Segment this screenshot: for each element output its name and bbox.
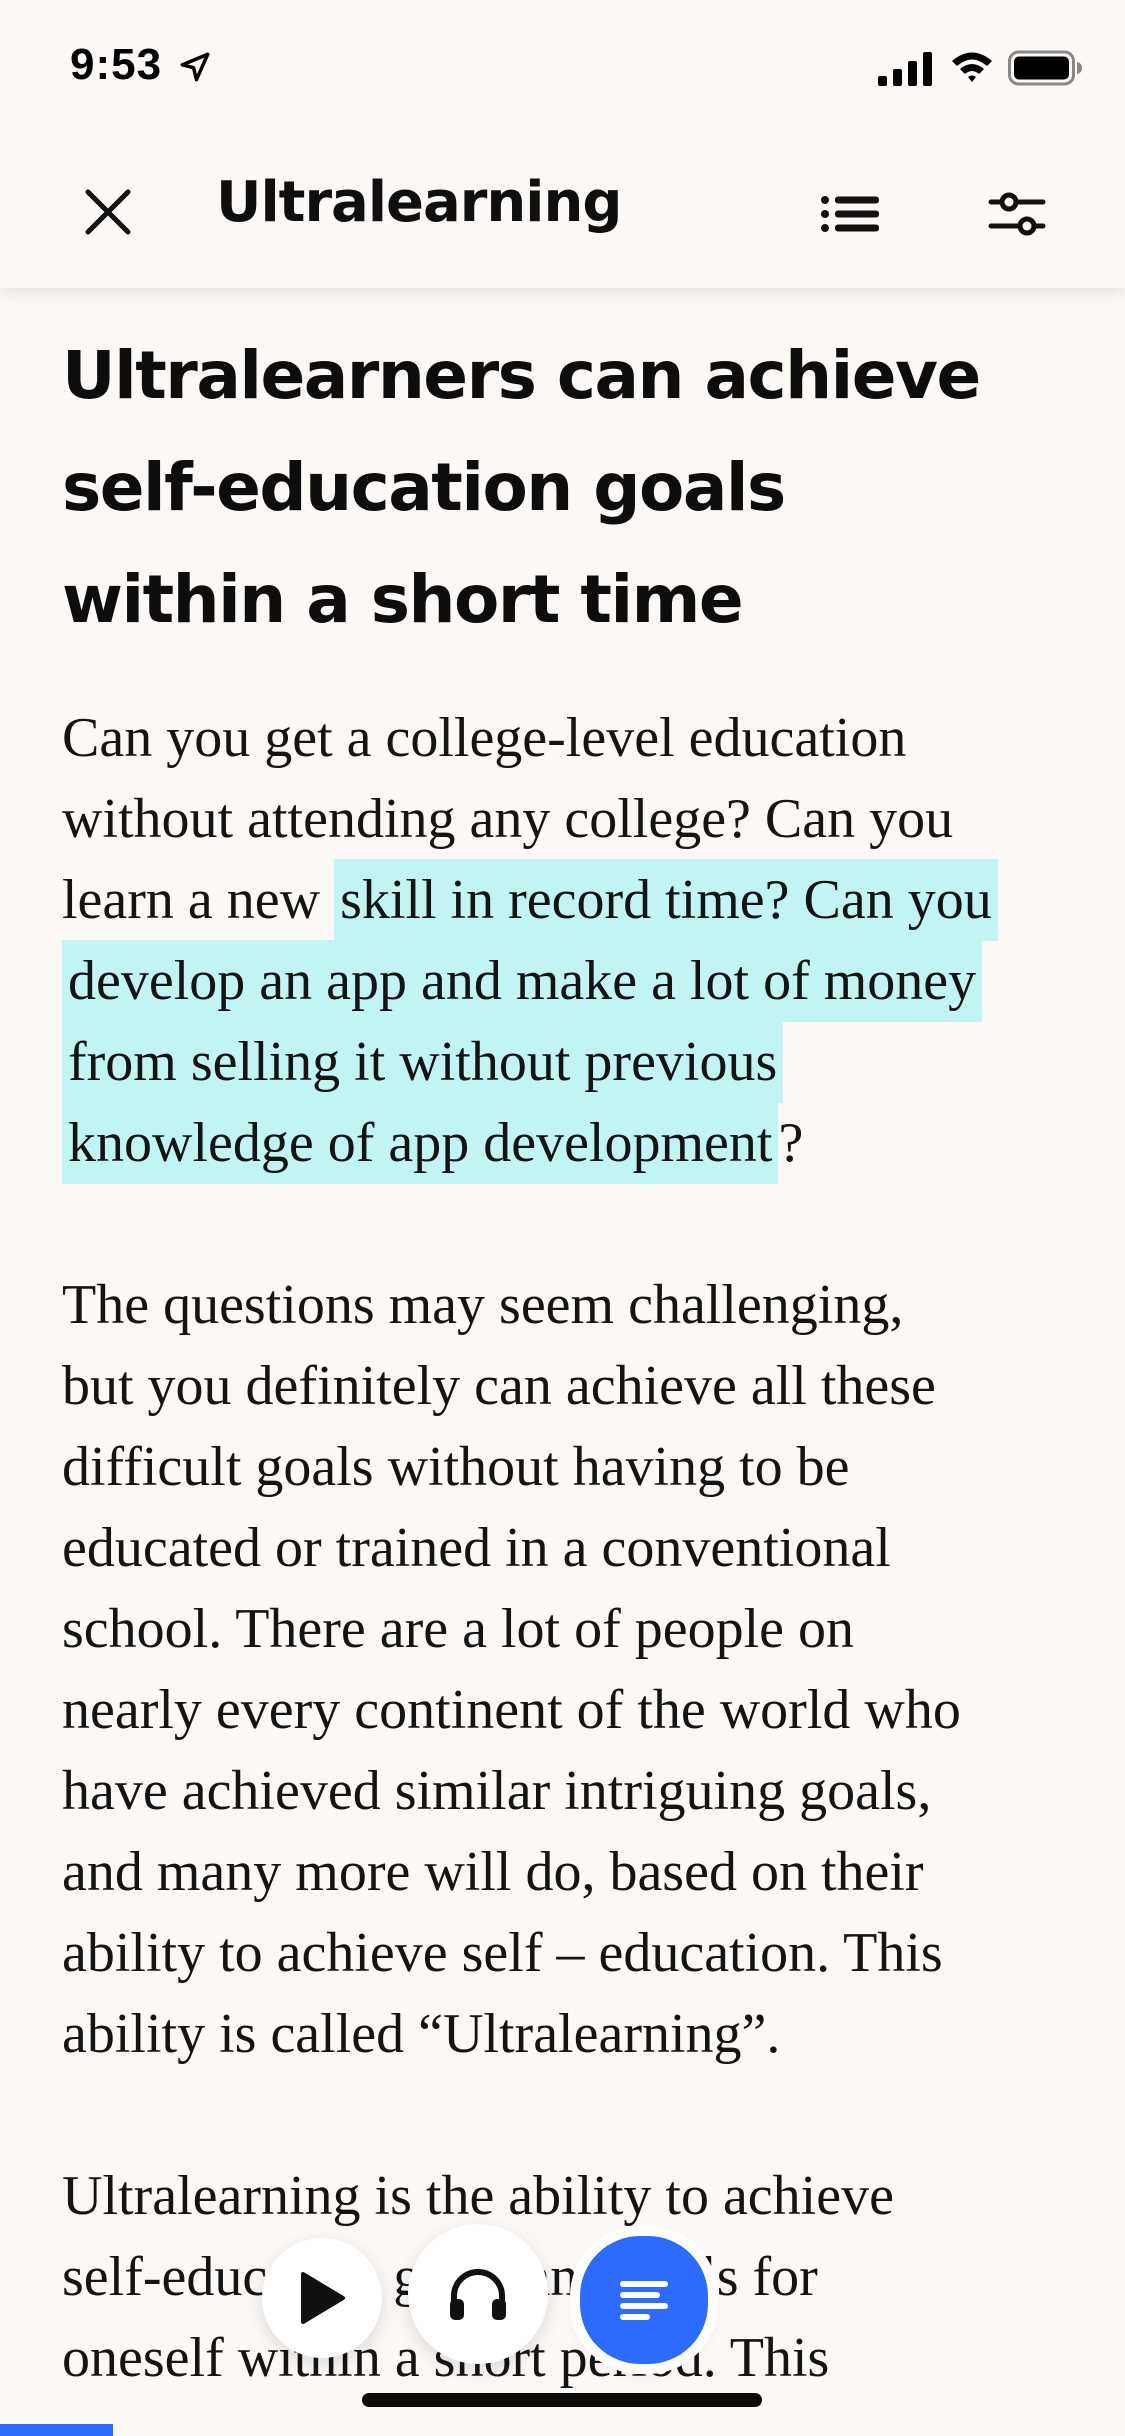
battery-icon — [1008, 50, 1082, 86]
play-icon — [301, 2272, 345, 2324]
text-line: but you definitely can achieve all these — [62, 1355, 936, 1417]
text-highlight[interactable]: from selling it without previous — [62, 1021, 784, 1103]
cellular-signal-icon — [878, 52, 932, 86]
text-line: nearly every continent of the world who — [62, 1679, 961, 1741]
text-line: ability to achieve self – education. Thi… — [62, 1922, 943, 1984]
status-time: 9:53 — [70, 40, 163, 89]
audio-mode-button[interactable] — [408, 2224, 548, 2364]
paragraph[interactable]: The questions may seem challenging, but … — [62, 1265, 1072, 2075]
text-line: Ultralearning is the ability to achieve — [62, 2165, 894, 2227]
chapter-title-line: within a short time — [62, 561, 744, 638]
text-line: The questions may seem challenging, — [62, 1274, 904, 1336]
reader-header: Ultralearning — [0, 132, 1125, 288]
text-mode-button[interactable] — [580, 2236, 708, 2364]
reader-settings-button[interactable] — [975, 172, 1059, 256]
text-highlight[interactable]: develop an app and make a lot of money — [62, 940, 983, 1022]
location-arrow-icon — [180, 52, 210, 82]
chapter-title-line: self-education goals — [62, 449, 786, 526]
paragraph[interactable]: Ultralearning is the ability to achieve … — [62, 2156, 1072, 2399]
chapter-title: Ultralearners can achieve self-education… — [62, 320, 1072, 656]
text-line: have achieved similar intriguing goals, — [62, 1760, 932, 1822]
text-line: school. There are a lot of people on — [62, 1598, 855, 1660]
close-icon — [85, 189, 131, 235]
text-line: and many more will do, based on their — [62, 1841, 924, 1903]
text-line: educated or trained in a conventional — [62, 1517, 891, 1579]
reading-progress-bar — [0, 2424, 113, 2436]
status-bar: 9:53 — [0, 0, 1125, 132]
headphones-icon — [450, 2269, 506, 2320]
list-icon — [821, 196, 879, 232]
text-highlight[interactable]: skill in record time? Can you — [334, 859, 998, 941]
text-line: ability is called “Ultralearning”. — [62, 2003, 781, 2065]
play-button[interactable] — [262, 2238, 382, 2358]
text-line: Can you get a college-level education — [62, 707, 907, 769]
book-title: Ultralearning — [216, 170, 622, 235]
home-indicator — [362, 2393, 762, 2407]
text-line: ? — [778, 1112, 804, 1174]
table-of-contents-button[interactable] — [808, 172, 892, 256]
paragraph[interactable]: Can you get a college-level education wi… — [62, 698, 1072, 1184]
settings-sliders-icon — [988, 192, 1046, 236]
text-line: learn a new — [62, 869, 335, 931]
text-line: difficult goals without having to be — [62, 1436, 850, 1498]
reader-content: Ultralearners can achieve self-education… — [62, 320, 1072, 2399]
text-highlight[interactable]: knowledge of app development — [62, 1102, 779, 1184]
text-line: without attending any college? Can you — [62, 788, 954, 850]
chapter-title-line: Ultralearners can achieve — [62, 337, 981, 414]
text-lines-icon — [620, 2281, 668, 2320]
close-button[interactable] — [68, 172, 148, 252]
wifi-icon — [952, 52, 992, 82]
